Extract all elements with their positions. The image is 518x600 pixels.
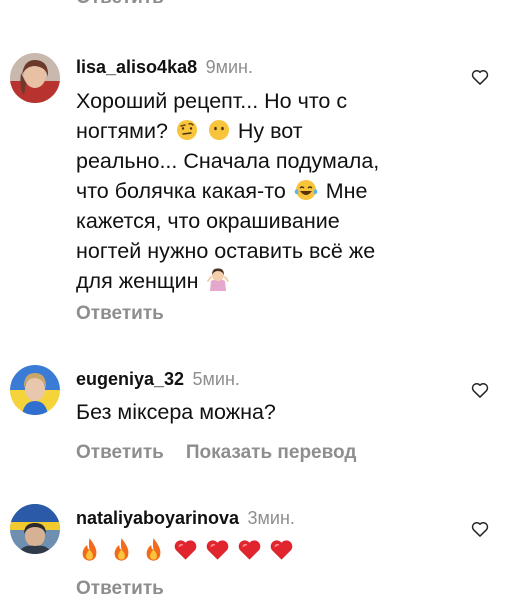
comment-time: 5мин.	[192, 369, 240, 389]
comment-fragment: Мне	[325, 179, 368, 203]
comment-actions: Ответить Показать перевод	[76, 442, 356, 464]
fire-emoji	[146, 538, 161, 561]
heart-icon[interactable]	[470, 519, 490, 539]
reply-button[interactable]: Ответить	[76, 442, 164, 463]
red-heart-emoji	[270, 540, 293, 560]
comment-header: nataliyaboyarinova 3мин.	[76, 507, 295, 531]
comment-time: 9мин.	[205, 57, 253, 77]
comment-line: ногтей нужно оставить всё же	[76, 239, 376, 263]
comment-fragment: ногтями?	[76, 119, 168, 143]
comment-text: Без міксера можна?	[76, 397, 412, 427]
heart-icon[interactable]	[470, 67, 490, 87]
red-heart-emoji	[238, 540, 261, 560]
reply-button[interactable]: Ответить	[76, 303, 164, 324]
comment-fragment: Ну вот	[237, 119, 303, 143]
red-heart-emoji	[174, 540, 197, 560]
username[interactable]: eugeniya_32	[76, 369, 184, 389]
comment-line: для женщин	[76, 266, 412, 296]
comment-text: Хороший рецепт... Но что с ногтями? Ну в…	[76, 86, 412, 296]
reply-button[interactable]: Ответить	[76, 0, 164, 9]
comment-line: кажется, что окрашивание	[76, 209, 340, 233]
no-mouth-emoji	[208, 120, 229, 140]
tears-of-joy-emoji	[294, 180, 317, 200]
fire-emoji	[82, 538, 97, 561]
show-translation-button[interactable]: Показать перевод	[186, 442, 357, 463]
comment-line: реально... Сначала подумала,	[76, 149, 380, 173]
comment-text	[76, 536, 412, 567]
comment-header: lisa_aliso4ka8 9мин.	[76, 56, 253, 80]
emoji-row	[76, 536, 412, 567]
avatar[interactable]	[10, 53, 60, 103]
username[interactable]: nataliyaboyarinova	[76, 508, 239, 528]
avatar[interactable]	[10, 365, 60, 415]
username[interactable]: lisa_aliso4ka8	[76, 57, 197, 77]
woman-shrugging-emoji	[207, 268, 230, 291]
comment-actions: Ответить	[76, 578, 164, 600]
comment-line: Без міксера можна?	[76, 400, 276, 424]
comment-header: eugeniya_32 5мин.	[76, 368, 240, 392]
heart-icon[interactable]	[470, 380, 490, 400]
fire-emoji	[114, 538, 129, 561]
comment-line: Хороший рецепт... Но что с	[76, 89, 348, 113]
avatar[interactable]	[10, 504, 60, 554]
reply-button[interactable]: Ответить	[76, 578, 164, 599]
red-heart-emoji	[206, 540, 229, 560]
comment-fragment: для женщин	[76, 269, 199, 293]
comment-fragment: что болячка какая-то	[76, 179, 286, 203]
comment-time: 3мин.	[247, 508, 295, 528]
comment-line: что болячка какая-то Мне	[76, 176, 412, 206]
raised-eyebrow-emoji	[176, 120, 197, 140]
comment-line: ногтями? Ну вот	[76, 116, 412, 146]
comment-actions: Ответить	[76, 303, 164, 325]
